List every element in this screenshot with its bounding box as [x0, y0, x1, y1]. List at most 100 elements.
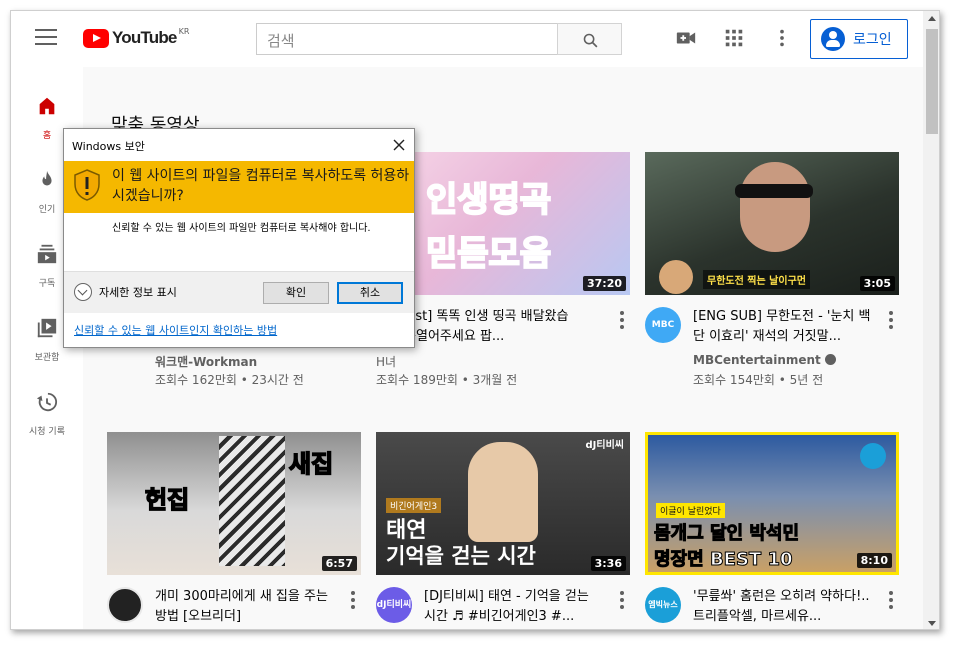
vertical-scrollbar[interactable] — [923, 11, 939, 629]
show-details-toggle[interactable]: 자세한 정보 표시 — [74, 283, 177, 301]
sunglasses-icon — [735, 184, 813, 198]
video-card[interactable]: 헌집 새집 6:57 개미 300마리에게 새 집을 주는 방법 [오브리더] — [107, 432, 361, 629]
thumbnail-person — [740, 162, 810, 252]
video-channel[interactable]: H녀 — [376, 353, 396, 370]
video-title[interactable]: [ENG SUB] 무한도전 - '눈치 백단 이효리' 재석의 거짓말... — [693, 307, 873, 347]
avatar-text: dJ티비씨 — [376, 600, 412, 610]
dialog-title: Windows 보안 — [72, 140, 145, 153]
video-thumbnail[interactable]: 무한도전 찍는 날이구먼 3:05 — [645, 152, 899, 295]
video-title[interactable]: [DJ티비씨] 태연 - 기억을 걷는 시간 ♬ #비긴어게인3 #... — [424, 587, 604, 627]
video-duration: 6:57 — [321, 556, 357, 571]
video-duration: 3:36 — [590, 556, 626, 571]
channel-avatar[interactable]: MBC — [645, 307, 681, 343]
video-thumbnail[interactable]: 헌집 새집 6:57 — [107, 432, 361, 575]
thumbnail-cartoon — [659, 260, 693, 294]
search-icon — [583, 33, 598, 48]
video-channel[interactable]: MBCentertainment — [693, 353, 836, 367]
video-menu-icon[interactable] — [614, 309, 630, 329]
video-menu-icon[interactable] — [883, 309, 899, 329]
verified-icon — [824, 354, 836, 365]
youtube-play-icon — [83, 28, 109, 48]
ant-farm-image — [219, 436, 285, 566]
dialog-main-text: 이 웹 사이트의 파일을 컴퓨터로 복사하도록 허용하시겠습니까? — [112, 168, 410, 204]
thumbnail-logo: dJ티비씨 — [585, 440, 624, 451]
youtube-logo[interactable]: YouTube KR — [83, 26, 190, 48]
apps-grid-icon[interactable] — [723, 27, 745, 49]
windows-security-dialog: Windows 보안 이 웹 사이트의 파일을 컴퓨터로 복사하도록 허용하시겠… — [63, 128, 415, 348]
video-stats: 조회수 189만회 • 3개월 전 — [376, 373, 518, 387]
dialog-footer: 자세한 정보 표시 확인 취소 — [64, 271, 414, 313]
video-duration: 8:10 — [856, 553, 892, 568]
chevron-down-icon — [74, 283, 92, 301]
channel-avatar[interactable]: 엠빅뉴스 — [645, 587, 681, 623]
video-duration: 37:20 — [582, 276, 626, 291]
thumbnail-tag: 비긴어게인3 — [386, 498, 442, 513]
video-menu-icon[interactable] — [883, 589, 899, 609]
thumbnail-text-left: 헌집 — [144, 485, 190, 515]
avatar-text: MBC — [651, 320, 675, 330]
confirm-button[interactable]: 확인 — [263, 282, 329, 304]
logo-text: YouTube — [112, 28, 177, 47]
trusted-site-help-link[interactable]: 신뢰할 수 있는 웹 사이트인지 확인하는 방법 — [74, 322, 277, 338]
library-icon — [37, 318, 57, 338]
thumbnail-singer — [468, 442, 538, 542]
video-thumbnail[interactable]: 이글이 날린었다 몸개그 달인 박석민 명장면 BEST 10 8:10 — [645, 432, 899, 575]
channel-avatar[interactable]: dJ티비씨 — [376, 587, 412, 623]
hamburger-menu-icon[interactable] — [35, 29, 57, 47]
sidebar-item-label: 시청 기록 — [29, 427, 65, 437]
thumbnail-tag: 이글이 날린었다 — [656, 503, 725, 518]
browser-window: YouTube KR 검색 로그인 홈 인기 구독 보관함 시청 기록 맞춤 동… — [10, 10, 940, 630]
sidebar-item-label: 홈 — [42, 131, 52, 141]
video-channel[interactable]: 워크맨-Workman — [155, 353, 257, 370]
create-video-icon[interactable] — [675, 27, 697, 49]
video-card[interactable]: 이글이 날린었다 몸개그 달인 박석민 명장면 BEST 10 8:10 엠빅뉴… — [645, 432, 899, 629]
fire-icon — [42, 170, 52, 186]
video-stats: 조회수 154만회 • 5년 전 — [693, 373, 824, 387]
sidebar-item-label: 인기 — [38, 205, 56, 215]
avatar-text: 엠빅뉴스 — [648, 600, 678, 609]
home-icon — [39, 97, 55, 115]
video-card[interactable]: dJ티비씨 비긴어게인3 태연 기억을 걷는 시간 3:36 dJ티비씨 [DJ… — [376, 432, 630, 629]
video-title[interactable]: '무릎쏴' 홈런은 오히려 약하다!.. 트리플악셀, 마르세유... — [693, 587, 873, 627]
thumbnail-text-top: 인생띵곡 — [425, 179, 552, 221]
video-menu-icon[interactable] — [614, 589, 630, 609]
sidebar-item-label: 보관함 — [34, 353, 60, 363]
subscriptions-icon — [37, 244, 57, 264]
dialog-sub-text: 신뢰할 수 있는 웹 사이트의 파일만 컴퓨터로 복사해야 합니다. — [112, 223, 371, 234]
search-button[interactable] — [557, 23, 622, 55]
settings-more-icon[interactable] — [771, 27, 793, 49]
search-input[interactable]: 검색 — [256, 23, 558, 55]
login-button[interactable]: 로그인 — [810, 19, 908, 59]
sidebar-item-label: 구독 — [38, 279, 56, 289]
video-menu-icon[interactable] — [345, 589, 361, 609]
thumbnail-text-top: 몸개그 달인 박석민 — [653, 523, 800, 545]
thumbnail-text-bottom: 기억을 걷는 시간 — [386, 544, 536, 568]
video-stats: 조회수 162만회 • 23시간 전 — [155, 373, 304, 387]
login-label: 로그인 — [853, 32, 892, 48]
history-icon — [36, 392, 58, 412]
thumbnail-caption: 무한도전 찍는 날이구먼 — [703, 270, 810, 289]
channel-avatar[interactable] — [107, 587, 143, 623]
thumbnail-text-bottom: 믿듣모음 — [425, 233, 552, 275]
scroll-down-icon[interactable] — [923, 615, 939, 629]
show-details-label: 자세한 정보 표시 — [99, 286, 177, 299]
video-thumbnail[interactable]: dJ티비씨 비긴어게인3 태연 기억을 걷는 시간 3:36 — [376, 432, 630, 575]
video-title[interactable]: 개미 300마리에게 새 집을 주는 방법 [오브리더] — [155, 587, 335, 627]
video-card[interactable]: 무한도전 찍는 날이구먼 3:05 MBC [ENG SUB] 무한도전 - '… — [645, 152, 899, 397]
scrollbar-thumb[interactable] — [926, 29, 938, 134]
channel-name: MBCentertainment — [693, 353, 821, 367]
video-duration: 3:05 — [859, 276, 895, 291]
scroll-up-icon[interactable] — [923, 11, 939, 27]
masthead: YouTube KR 검색 로그인 — [11, 11, 923, 67]
dialog-warning-banner: 이 웹 사이트의 파일을 컴퓨터로 복사하도록 허용하시겠습니까? — [64, 161, 414, 213]
mbic-news-logo — [860, 443, 886, 469]
logo-region: KR — [178, 26, 190, 36]
close-icon[interactable] — [390, 136, 408, 154]
sidebar-item-history[interactable]: 시청 기록 — [11, 381, 83, 455]
cancel-button[interactable]: 취소 — [337, 282, 403, 304]
thumbnail-text-bottom: 명장면 BEST 10 — [654, 549, 794, 571]
dialog-titlebar[interactable]: Windows 보안 — [64, 129, 414, 161]
warning-shield-icon — [74, 169, 100, 201]
account-icon — [821, 27, 845, 51]
thumbnail-text-right: 새집 — [288, 449, 334, 479]
